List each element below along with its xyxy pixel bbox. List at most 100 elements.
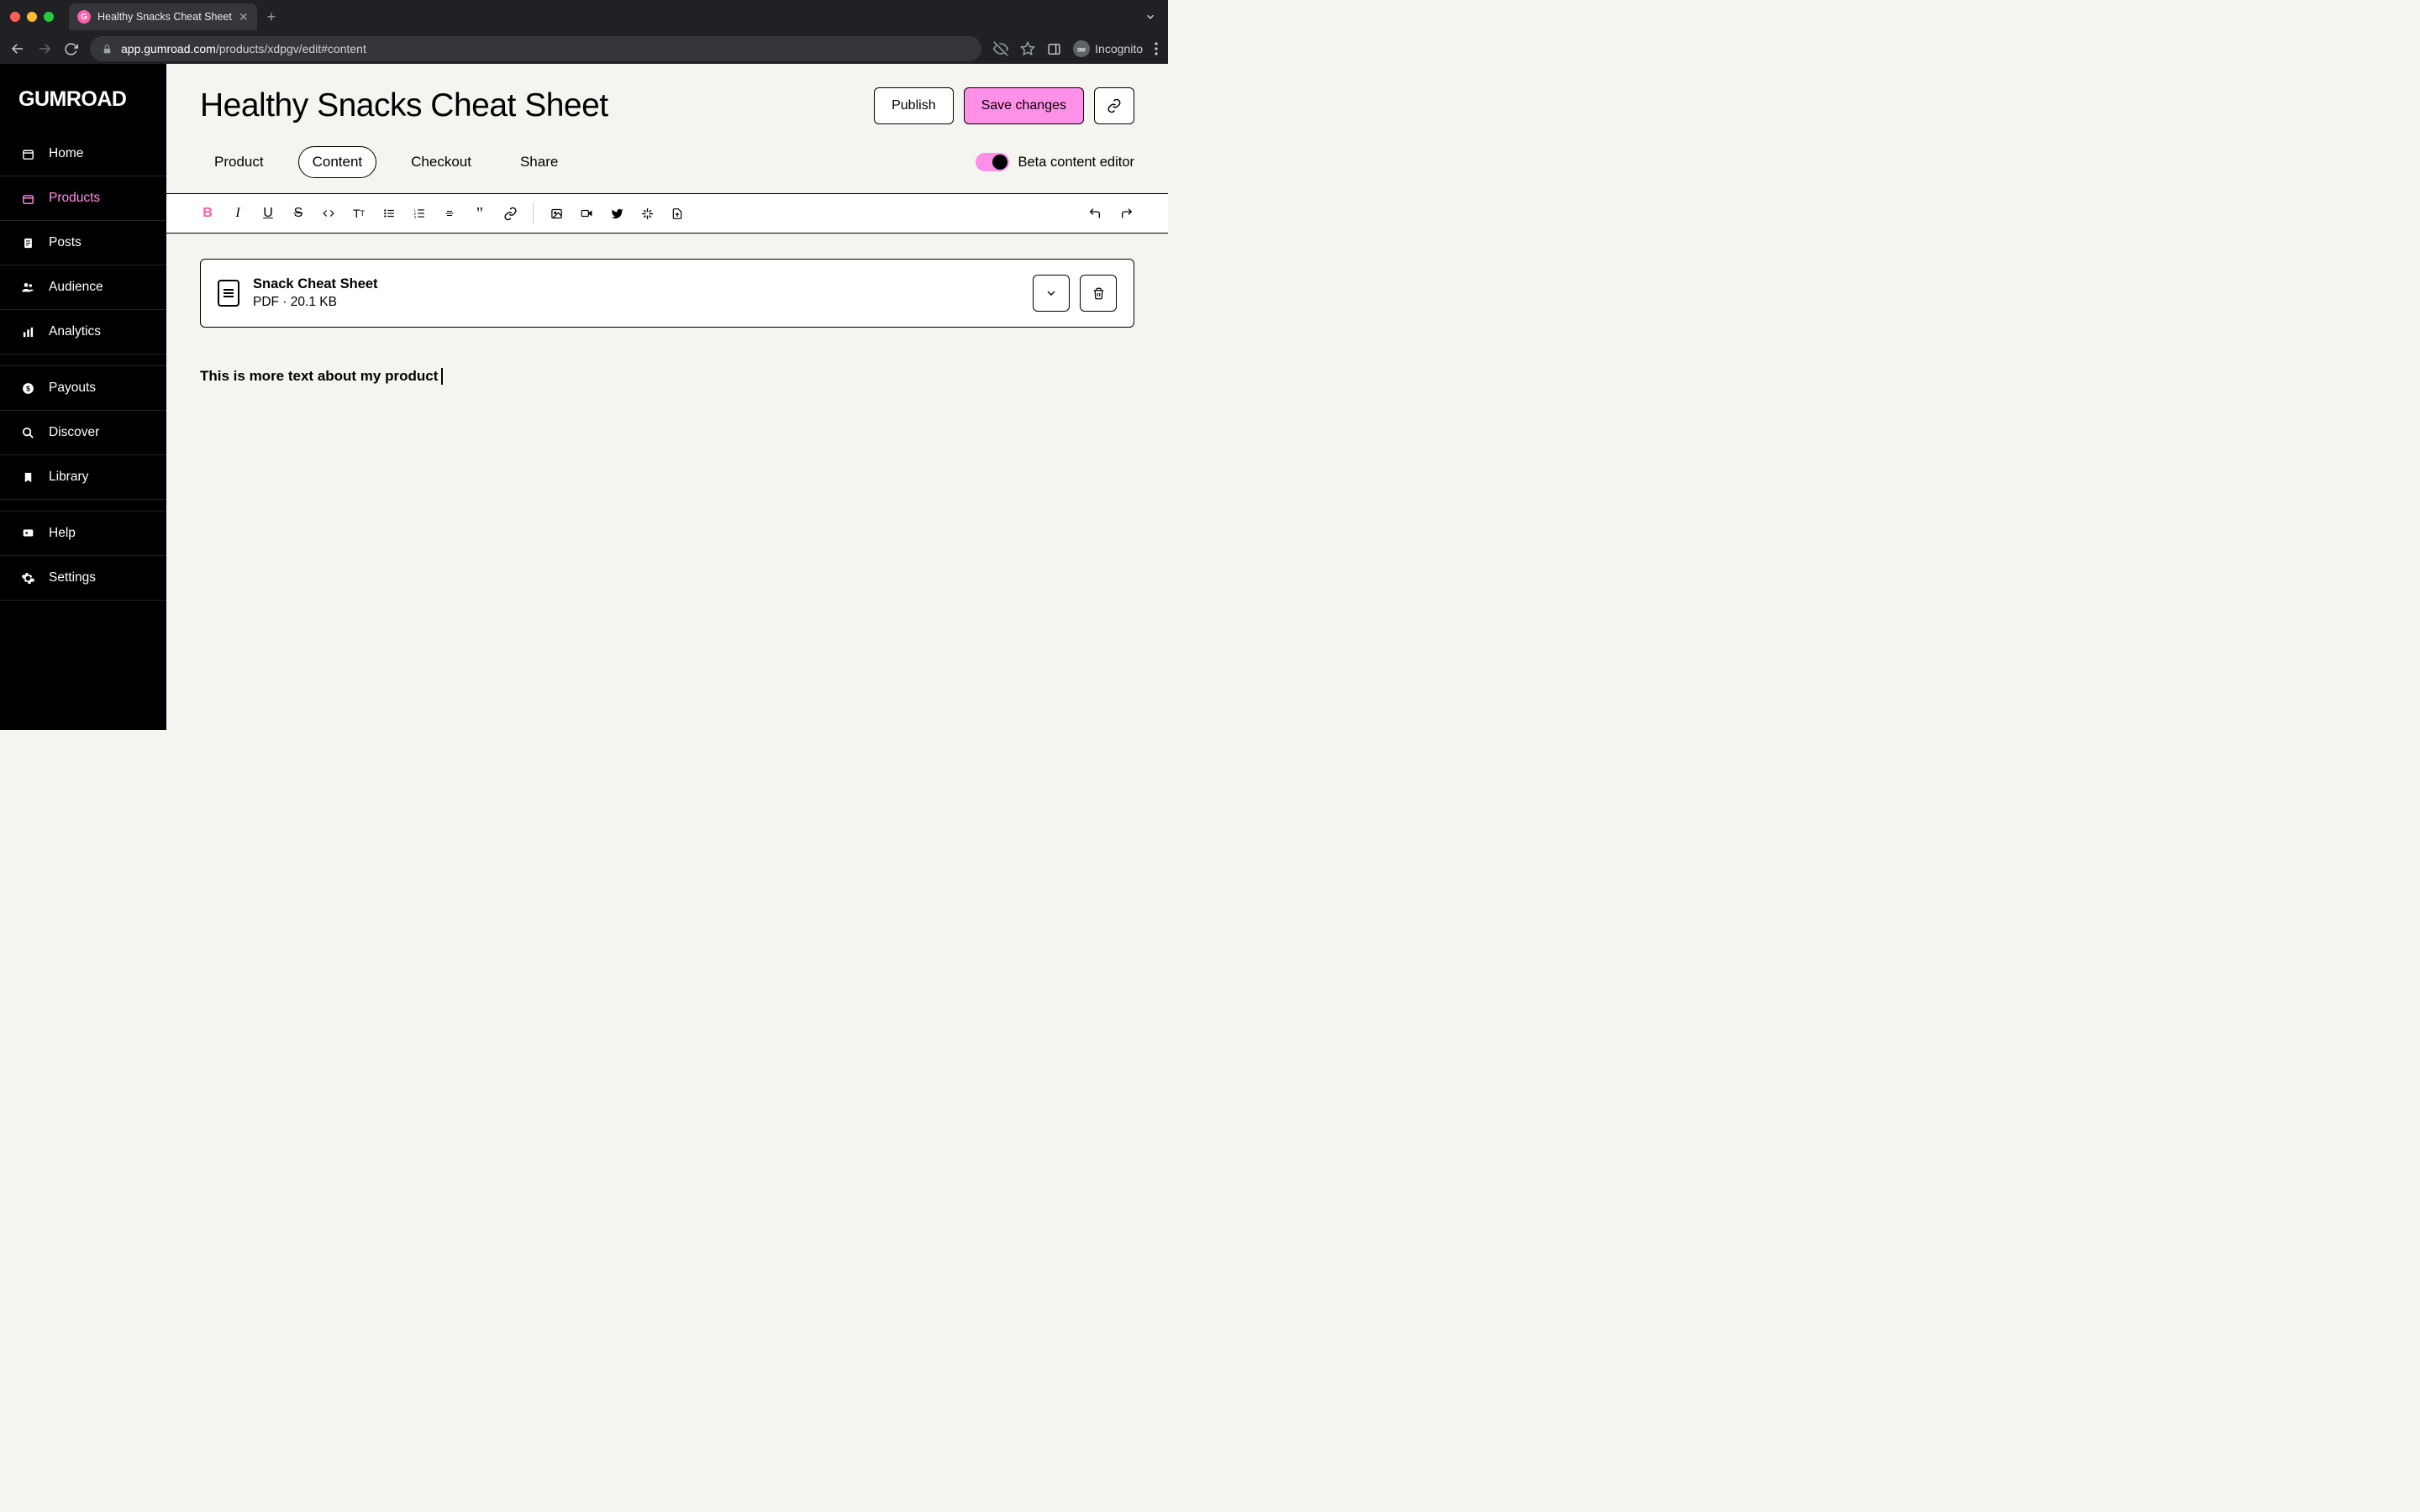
address-bar: app.gumroad.com/products/xdpgv/edit#cont… [0, 34, 1168, 64]
incognito-indicator[interactable]: Incognito [1073, 40, 1143, 57]
sidebar-item-label: Help [49, 526, 76, 541]
payouts-icon: $ [20, 381, 35, 396]
sidebar-item-products[interactable]: Products [0, 176, 166, 221]
products-icon [20, 192, 35, 206]
editor-tabs: Product Content Checkout Share [200, 146, 572, 178]
home-icon [20, 147, 35, 161]
publish-button[interactable]: Publish [874, 87, 953, 124]
side-panel-icon[interactable] [1047, 42, 1061, 56]
chevron-down-icon [1044, 286, 1058, 300]
bookmark-star-icon[interactable] [1020, 41, 1035, 56]
analytics-icon [20, 326, 35, 339]
sidebar-item-payouts[interactable]: $ Payouts [0, 366, 166, 411]
video-button[interactable] [579, 207, 594, 219]
window-maximize-button[interactable] [44, 12, 54, 22]
browser-chrome: G Healthy Snacks Cheat Sheet ✕ + app.gum… [0, 0, 1168, 64]
audience-icon [20, 281, 35, 294]
svg-text:$: $ [26, 384, 30, 392]
trash-icon [1092, 286, 1105, 301]
lock-icon [102, 44, 113, 55]
header-actions: Publish Save changes [874, 87, 1134, 124]
posts-icon [20, 236, 35, 250]
gear-icon [20, 571, 35, 585]
sidebar-item-home[interactable]: Home [0, 132, 166, 176]
sidebar-item-label: Settings [49, 570, 96, 585]
sidebar-item-audience[interactable]: Audience [0, 265, 166, 310]
sidebar-item-settings[interactable]: Settings [0, 556, 166, 601]
file-attachment-card: Snack Cheat Sheet PDF · 20.1 KB [200, 259, 1134, 328]
sidebar-item-label: Home [49, 146, 83, 161]
tab-checkout[interactable]: Checkout [397, 146, 486, 178]
sidebar-item-help[interactable]: Help [0, 512, 166, 556]
reload-button[interactable] [64, 42, 78, 56]
link-icon [1107, 98, 1122, 113]
tab-bar: G Healthy Snacks Cheat Sheet ✕ + [0, 0, 1168, 34]
quote-button[interactable]: " [472, 208, 487, 218]
sidebar-item-library[interactable]: Library [0, 455, 166, 500]
numbered-list-button[interactable]: 123 [412, 207, 427, 219]
sidebar-item-label: Payouts [49, 381, 96, 396]
beta-toggle[interactable] [976, 153, 1009, 171]
bullet-list-button[interactable] [381, 207, 397, 219]
hr-button[interactable] [442, 208, 457, 218]
url-text: app.gumroad.com/products/xdpgv/edit#cont… [121, 42, 366, 55]
sidebar-item-label: Discover [49, 425, 99, 440]
favicon-icon: G [77, 10, 91, 24]
new-tab-button[interactable]: + [267, 8, 276, 26]
forward-button[interactable] [37, 41, 52, 56]
editor-body-text[interactable]: This is more text about my product [200, 368, 1134, 385]
twitter-button[interactable] [609, 207, 624, 220]
undo-button[interactable] [1087, 207, 1102, 220]
text-format-button[interactable]: TT [351, 207, 366, 220]
tab-content[interactable]: Content [298, 146, 377, 178]
sidebar-item-label: Audience [49, 280, 103, 295]
url-field[interactable]: app.gumroad.com/products/xdpgv/edit#cont… [90, 36, 981, 61]
bold-button[interactable]: B [200, 206, 215, 221]
help-icon [20, 528, 35, 539]
logo[interactable]: GUMROAD [0, 64, 166, 132]
sidebar-item-discover[interactable]: Discover [0, 411, 166, 455]
incognito-icon [1073, 40, 1090, 57]
back-button[interactable] [10, 41, 25, 56]
link-button[interactable] [502, 207, 518, 221]
window-minimize-button[interactable] [27, 12, 37, 22]
editor-content[interactable]: Snack Cheat Sheet PDF · 20.1 KB This is … [166, 234, 1168, 410]
file-meta: PDF · 20.1 KB [253, 295, 378, 310]
text-cursor [441, 368, 443, 385]
app-root: GUMROAD Home Products Posts Audience [0, 64, 1168, 730]
redo-button[interactable] [1119, 207, 1134, 220]
eye-off-icon[interactable] [993, 41, 1008, 56]
main-content: Healthy Snacks Cheat Sheet Publish Save … [166, 64, 1168, 730]
file-upload-button[interactable] [670, 207, 685, 221]
browser-menu-button[interactable] [1155, 42, 1158, 55]
underline-button[interactable]: U [260, 206, 276, 221]
tab-title: Healthy Snacks Cheat Sheet [97, 11, 232, 23]
tab-close-button[interactable]: ✕ [239, 10, 249, 24]
sidebar-item-label: Analytics [49, 324, 101, 339]
sidebar-item-analytics[interactable]: Analytics [0, 310, 166, 354]
browser-tab[interactable]: G Healthy Snacks Cheat Sheet ✕ [69, 3, 257, 30]
italic-button[interactable]: I [230, 206, 245, 221]
file-delete-button[interactable] [1080, 275, 1117, 312]
tabs-dropdown-button[interactable] [1144, 11, 1156, 23]
window-close-button[interactable] [10, 12, 20, 22]
tab-product[interactable]: Product [200, 146, 278, 178]
beta-toggle-row: Beta content editor [976, 153, 1134, 171]
sidebar-item-label: Posts [49, 235, 82, 250]
image-button[interactable] [549, 207, 564, 220]
code-button[interactable] [321, 207, 336, 219]
sidebar-item-posts[interactable]: Posts [0, 221, 166, 265]
strikethrough-button[interactable]: S [291, 206, 306, 221]
page-title: Healthy Snacks Cheat Sheet [200, 87, 608, 124]
save-changes-button[interactable]: Save changes [964, 87, 1084, 124]
sparkle-button[interactable] [639, 207, 655, 221]
tab-share[interactable]: Share [506, 146, 572, 178]
window-controls [10, 12, 54, 22]
page-header: Healthy Snacks Cheat Sheet Publish Save … [166, 64, 1168, 193]
bookmark-icon [20, 470, 35, 485]
editor-toolbar: B I U S TT 123 " [166, 193, 1168, 234]
copy-link-button[interactable] [1094, 87, 1134, 124]
file-icon [218, 280, 239, 307]
sidebar-item-label: Products [49, 191, 100, 206]
file-expand-button[interactable] [1033, 275, 1070, 312]
